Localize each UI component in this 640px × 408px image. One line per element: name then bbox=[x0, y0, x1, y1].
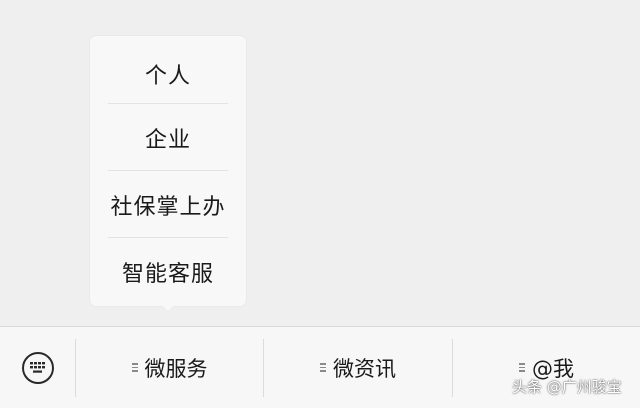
tab-micro-news[interactable]: 微资讯 bbox=[264, 327, 452, 408]
menu-item-personal[interactable]: 个人 bbox=[90, 40, 246, 107]
menu-lines-icon bbox=[131, 363, 138, 372]
menu-lines-icon bbox=[519, 363, 525, 372]
menu-item-enterprise[interactable]: 企业 bbox=[90, 104, 246, 171]
menu-item-smart-service[interactable]: 智能客服 bbox=[90, 238, 246, 305]
menu-lines-icon bbox=[320, 363, 326, 372]
tab-label: 微服务 bbox=[144, 356, 208, 381]
tab-micro-service[interactable]: 微服务 bbox=[76, 327, 263, 408]
watermark: 头条 @广州骏宝 bbox=[512, 378, 622, 396]
menu-item-social-security[interactable]: 社保掌上办 bbox=[90, 171, 246, 238]
keyboard-toggle-button[interactable] bbox=[0, 327, 75, 408]
service-popup-menu: 个人 企业 社保掌上办 智能客服 bbox=[90, 36, 246, 306]
keyboard-icon bbox=[21, 351, 54, 384]
tab-label: 微资讯 bbox=[333, 356, 396, 381]
popup-arrow bbox=[160, 303, 176, 311]
